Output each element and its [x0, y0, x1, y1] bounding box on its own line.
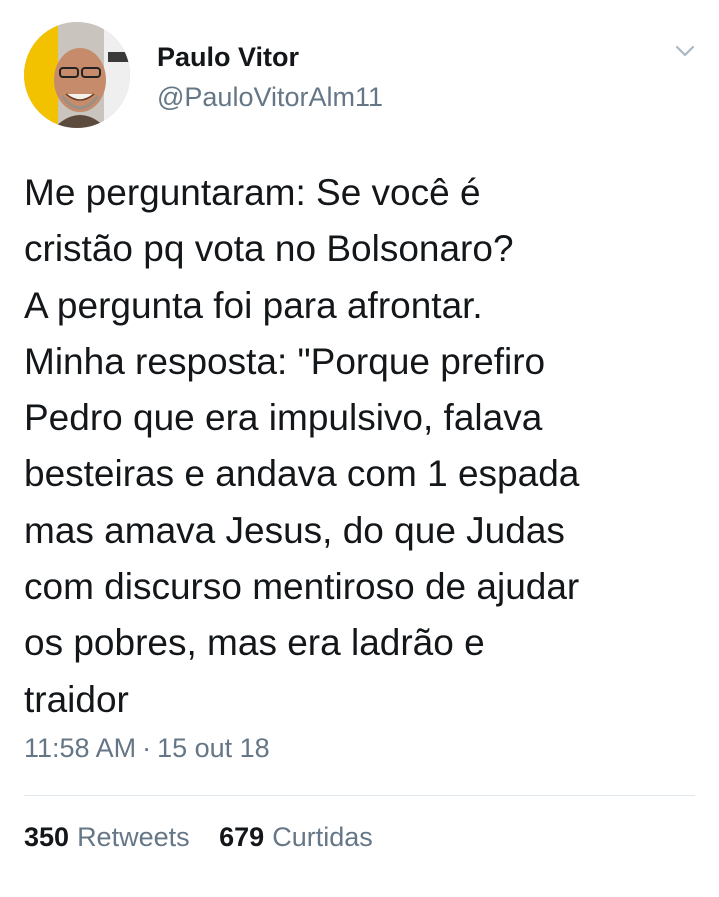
- divider: [24, 795, 695, 796]
- retweets-stat[interactable]: 350 Retweets: [24, 822, 190, 853]
- retweets-count: 350: [24, 822, 70, 852]
- tweet-time: 11:58 AM: [24, 733, 137, 763]
- display-name[interactable]: Paulo Vitor: [157, 42, 299, 73]
- avatar[interactable]: [24, 22, 130, 128]
- tweet-text: Me perguntaram: Se você é cristão pq vot…: [24, 172, 580, 720]
- avatar-photo: [24, 22, 130, 128]
- likes-label: Curtidas: [272, 822, 373, 852]
- likes-stat[interactable]: 679 Curtidas: [219, 822, 373, 853]
- tweet-stats: 350 Retweets 679 Curtidas: [24, 822, 373, 853]
- user-handle[interactable]: @PauloVitorAlm11: [157, 82, 383, 113]
- likes-count: 679: [219, 822, 265, 852]
- tweet-timestamp[interactable]: 11:58 AM · 15 out 18: [24, 733, 270, 764]
- retweets-label: Retweets: [77, 822, 190, 852]
- chevron-down-icon[interactable]: [672, 40, 698, 62]
- tweet-date: 15 out 18: [157, 733, 270, 763]
- timestamp-separator: ·: [142, 733, 152, 763]
